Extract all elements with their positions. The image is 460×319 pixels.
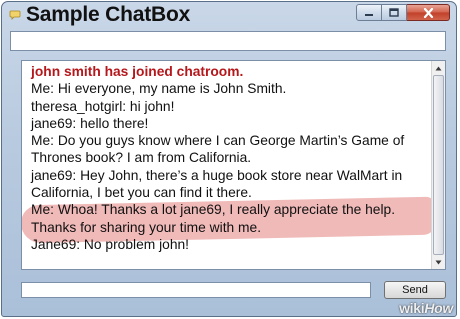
maximize-button[interactable] [382,4,407,21]
room-field[interactable] [10,31,446,51]
chat-window: Sample ChatBox john smith has joined cha… [1,1,457,317]
chat-message: Thanks for sharing your time with me. [31,219,262,235]
scroll-down-button[interactable] [432,256,445,268]
message-list: john smith has joined chatroom. Me: Hi e… [22,63,437,253]
chat-message: Me: Whoa! Thanks a lot jane69, I really … [31,202,396,218]
chat-message: Me: Do you guys know where I can George … [31,133,405,149]
window-controls [356,4,450,22]
window-title: Sample ChatBox [26,3,191,26]
chat-message: Jane69: No problem john! [31,236,189,252]
watermark-wiki: wiki [399,300,425,316]
message-input[interactable] [21,282,371,298]
triangle-up-icon [435,66,442,70]
watermark-how: How [424,300,453,316]
system-message: john smith has joined chatroom. [31,64,244,79]
chat-message: Me: Hi everyone, my name is John Smith. [31,81,287,97]
close-icon [423,7,433,18]
close-button[interactable] [407,4,450,21]
scroll-thumb[interactable] [433,75,444,255]
chat-message: jane69: Hey John, there’s a huge book st… [31,167,403,183]
send-button[interactable]: Send [384,281,446,299]
triangle-down-icon [435,260,442,264]
chat-message: jane69: hello there! [31,115,149,131]
maximize-icon [389,8,399,17]
minimize-icon [365,13,373,16]
title-bar: Sample ChatBox [2,2,456,26]
chat-message: theresa_hotgirl: hi john! [31,98,175,114]
scroll-up-button[interactable] [432,62,445,74]
minimize-button[interactable] [356,4,382,21]
app-icon [9,10,21,20]
chat-message: California, I bet you can find it there. [31,185,252,201]
wikihow-watermark: wikiHow [399,300,453,316]
chat-message: Thrones book? I am from California. [31,150,252,166]
chat-scrollbar[interactable] [431,61,445,269]
chat-log: john smith has joined chatroom. Me: Hi e… [21,60,446,270]
